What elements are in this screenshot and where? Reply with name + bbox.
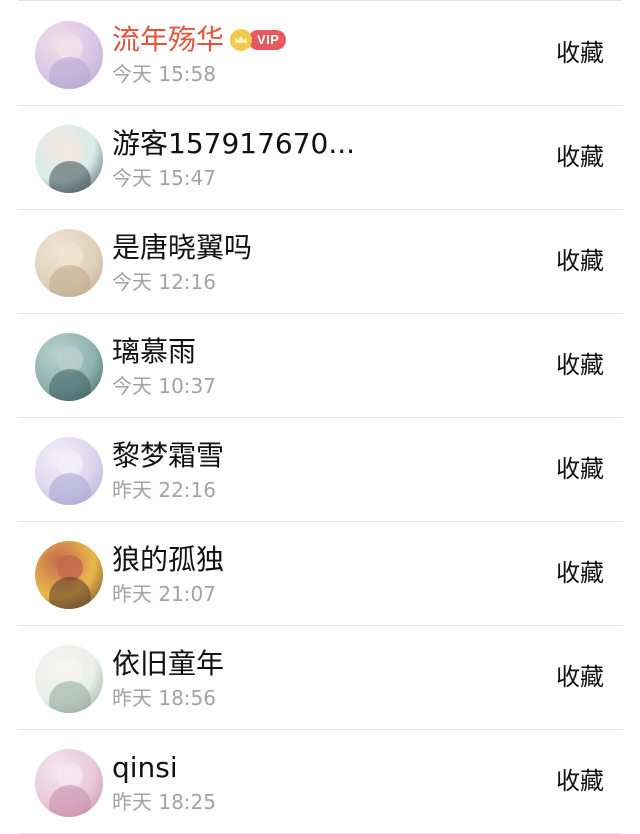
- vip-badge: VIP: [248, 30, 287, 50]
- avatar[interactable]: [35, 21, 103, 89]
- list-item[interactable]: 依旧童年 昨天 18:56 收藏: [0, 626, 640, 730]
- user-name[interactable]: 璃慕雨: [112, 334, 196, 370]
- user-name[interactable]: 游客157917670...: [112, 126, 355, 162]
- user-name[interactable]: 是唐晓翼吗: [112, 230, 252, 266]
- list-item[interactable]: 黎梦霜雪 昨天 22:16 收藏: [0, 418, 640, 522]
- favorite-button[interactable]: 收藏: [556, 450, 604, 490]
- name-row: 璃慕雨: [112, 332, 196, 372]
- timestamp: 昨天 21:07: [112, 582, 216, 606]
- timestamp: 昨天 22:16: [112, 478, 216, 502]
- top-divider: [18, 0, 622, 1]
- user-name[interactable]: qinsi: [112, 750, 178, 786]
- avatar[interactable]: [35, 229, 103, 297]
- user-name[interactable]: 黎梦霜雪: [112, 438, 224, 474]
- user-name[interactable]: 狼的孤独: [112, 542, 224, 578]
- favorite-button[interactable]: 收藏: [556, 242, 604, 282]
- name-row: 黎梦霜雪: [112, 436, 224, 476]
- timestamp: 昨天 18:25: [112, 790, 216, 814]
- list-item[interactable]: 璃慕雨 今天 10:37 收藏: [0, 314, 640, 418]
- list-item[interactable]: qinsi 昨天 18:25 收藏: [0, 730, 640, 834]
- list-item[interactable]: 游客157917670... 今天 15:47 收藏: [0, 106, 640, 210]
- name-row: 流年殇华 VIP: [112, 20, 287, 60]
- avatar[interactable]: [35, 437, 103, 505]
- avatar[interactable]: [35, 333, 103, 401]
- timestamp: 今天 10:37: [112, 374, 216, 398]
- list-item[interactable]: 流年殇华 VIP 今天 15:58 收藏: [0, 2, 640, 106]
- list-item[interactable]: 是唐晓翼吗 今天 12:16 收藏: [0, 210, 640, 314]
- name-row: 狼的孤独: [112, 540, 224, 580]
- follower-list: 流年殇华 VIP 今天 15:58 收藏 游客157917670... 今天 1…: [0, 0, 640, 834]
- timestamp: 今天 15:58: [112, 62, 216, 86]
- timestamp: 今天 15:47: [112, 166, 216, 190]
- name-row: 依旧童年: [112, 644, 224, 684]
- user-name[interactable]: 流年殇华: [112, 22, 224, 58]
- favorite-button[interactable]: 收藏: [556, 762, 604, 802]
- crown-icon: [230, 29, 253, 51]
- list-item[interactable]: 狼的孤独 昨天 21:07 收藏: [0, 522, 640, 626]
- favorite-button[interactable]: 收藏: [556, 658, 604, 698]
- timestamp: 昨天 18:56: [112, 686, 216, 710]
- timestamp: 今天 12:16: [112, 270, 216, 294]
- avatar[interactable]: [35, 125, 103, 193]
- favorite-button[interactable]: 收藏: [556, 34, 604, 74]
- favorite-button[interactable]: 收藏: [556, 346, 604, 386]
- avatar[interactable]: [35, 541, 103, 609]
- name-row: qinsi: [112, 748, 178, 788]
- name-row: 是唐晓翼吗: [112, 228, 252, 268]
- favorite-button[interactable]: 收藏: [556, 138, 604, 178]
- favorite-button[interactable]: 收藏: [556, 554, 604, 594]
- avatar[interactable]: [35, 749, 103, 817]
- avatar[interactable]: [35, 645, 103, 713]
- user-name[interactable]: 依旧童年: [112, 646, 224, 682]
- name-row: 游客157917670...: [112, 124, 355, 164]
